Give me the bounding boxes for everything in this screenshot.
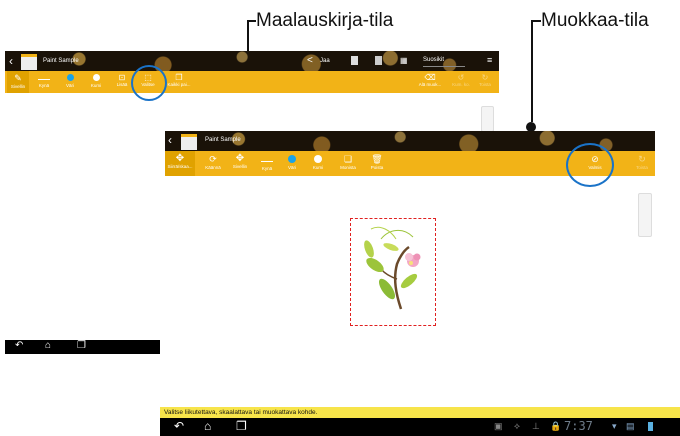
tool-label: Poista — [370, 165, 384, 170]
eraser-icon — [92, 74, 100, 81]
recent-apps-icon[interactable]: ❐ — [236, 419, 247, 433]
tool-brush[interactable]: ✎ Sivellin — [7, 71, 29, 93]
export-icon[interactable] — [351, 56, 358, 65]
wifi-icon: ▾ — [612, 421, 617, 431]
screenshot-icon: ▣ — [494, 421, 503, 431]
tool-clear-all[interactable]: ⌫ Alä muok... — [415, 71, 445, 93]
flower-illustration — [364, 226, 421, 310]
recent-apps-icon[interactable]: ❐ — [77, 340, 86, 351]
trash-icon: 🗑 — [371, 154, 383, 164]
top-navbar: ↶ ⌂ ❐ — [5, 340, 160, 354]
sync-icon: ⟡ — [514, 421, 520, 431]
lock-icon: 🔒 — [550, 421, 562, 431]
tool-label: Kynä — [38, 83, 50, 88]
battery-icon — [648, 422, 653, 431]
tool-label: Kumi — [90, 83, 102, 88]
tool-brush[interactable]: ✥ Sivellin — [228, 151, 252, 176]
page-add-icon[interactable] — [375, 56, 382, 65]
top-titlebar: ‹ Paint Sample < Jaa ▦ Suosikit ≡ — [5, 51, 499, 71]
tool-label: Kaikki pai... — [167, 82, 191, 87]
color-dot-icon — [288, 155, 296, 163]
tool-label: Kumi — [312, 165, 324, 170]
tool-delete[interactable]: 🗑 Poista — [365, 151, 389, 176]
tool-duplicate[interactable]: ❏ Monista — [335, 151, 361, 176]
status-message: Valitse liikutettava, skaalattava tai mu… — [160, 407, 680, 418]
tool-label: Sivellin — [10, 84, 26, 89]
notebook-thumbnail-icon — [181, 134, 197, 150]
notebook-title: Paint Sample — [43, 58, 79, 64]
menu-icon[interactable]: ≡ — [487, 55, 492, 65]
brush-icon: ✥ — [235, 153, 245, 164]
home-nav-icon[interactable]: ⌂ — [204, 419, 211, 433]
tool-label: Kynä — [261, 166, 273, 171]
share-label[interactable]: Jaa — [320, 58, 330, 64]
tool-label: Lisää — [116, 82, 128, 87]
tool-label: Sivellin — [232, 164, 248, 169]
tool-eraser[interactable]: Kumi — [307, 151, 329, 176]
top-toolbar: ✎ Sivellin Kynä Väri Kumi ⊡ Lisää ⬚ Vali… — [5, 71, 499, 93]
notebook-thumbnail-icon — [21, 54, 37, 70]
pen-icon — [261, 156, 273, 162]
back-nav-icon[interactable]: ↶ — [174, 419, 184, 433]
tool-label: Alä muok... — [418, 82, 442, 87]
tool-label: Väri — [65, 83, 74, 88]
tool-label: Toista — [479, 82, 491, 87]
tool-label: Käännä — [205, 165, 221, 170]
pen-icon — [38, 75, 50, 80]
eraser-icon — [314, 155, 322, 163]
brush-icon: ✎ — [14, 73, 22, 83]
top-scrollbar-thumb[interactable] — [481, 106, 494, 132]
tool-color[interactable]: Väri — [59, 71, 81, 93]
select-highlight-ring — [131, 65, 167, 101]
tool-redo[interactable]: ↻ Toista — [475, 71, 495, 93]
tool-label: Kum. ko. — [452, 82, 470, 87]
bottom-navbar: ↶ ⌂ ❐ ▣ ⟡ ⊥ 🔒 7:37 ▾ ▤ — [160, 418, 680, 436]
tool-insert[interactable]: ⊡ Lisää — [111, 71, 133, 93]
grid-view-icon[interactable]: ▦ — [400, 56, 408, 65]
tool-eraser[interactable]: Kumi — [85, 71, 107, 93]
undo-icon: ↺ — [457, 73, 465, 82]
back-icon[interactable]: ‹ — [168, 133, 172, 147]
insert-icon: ⊡ — [118, 73, 126, 82]
callout-paint-book-mode: Maalauskirja-tila — [256, 10, 394, 31]
done-highlight-ring — [566, 143, 614, 187]
tool-label: Väri — [287, 165, 296, 170]
tool-label: Monista — [340, 165, 356, 170]
move-icon: ✥ — [175, 153, 185, 164]
storage-icon: ⊥ — [532, 421, 540, 431]
tool-pen[interactable]: Kynä — [255, 151, 279, 176]
rotate-icon: ⟳ — [209, 154, 217, 164]
bottom-scrollbar-thumb[interactable] — [638, 193, 652, 237]
tool-color[interactable]: Väri — [281, 151, 303, 176]
redo-icon: ↻ — [638, 154, 646, 164]
clock: 7:37 — [564, 419, 593, 433]
favorites-dropdown[interactable]: Suosikit — [423, 57, 465, 67]
home-nav-icon[interactable]: ⌂ — [45, 340, 51, 351]
duplicate-icon: ❏ — [343, 154, 353, 164]
tool-rotate[interactable]: ⟳ Käännä — [201, 151, 225, 176]
pages-icon: ❐ — [175, 73, 183, 82]
tool-undo[interactable]: ↺ Kum. ko. — [451, 71, 471, 93]
tool-label: Siirrä/skaa... — [167, 164, 193, 169]
color-dot-icon — [66, 74, 74, 81]
back-nav-icon[interactable]: ↶ — [15, 340, 23, 351]
tool-label: Toista — [636, 165, 648, 170]
callout-line — [531, 20, 533, 122]
tool-redo[interactable]: ↻ Toista — [631, 151, 653, 176]
eraser-all-icon: ⌫ — [424, 73, 436, 82]
back-icon[interactable]: ‹ — [9, 54, 13, 68]
notebook-title: Paint Sample — [205, 137, 241, 143]
selection-box[interactable] — [350, 218, 436, 326]
tool-pen[interactable]: Kynä — [33, 71, 55, 93]
callout-edit-mode: Muokkaa-tila — [541, 10, 649, 31]
tool-all-pages[interactable]: ❐ Kaikki pai... — [165, 71, 193, 93]
signal-icon: ▤ — [626, 421, 635, 431]
share-icon[interactable]: < — [307, 55, 313, 66]
redo-icon: ↻ — [481, 73, 489, 82]
tool-move-scale[interactable]: ✥ Siirrä/skaa... — [165, 151, 195, 176]
